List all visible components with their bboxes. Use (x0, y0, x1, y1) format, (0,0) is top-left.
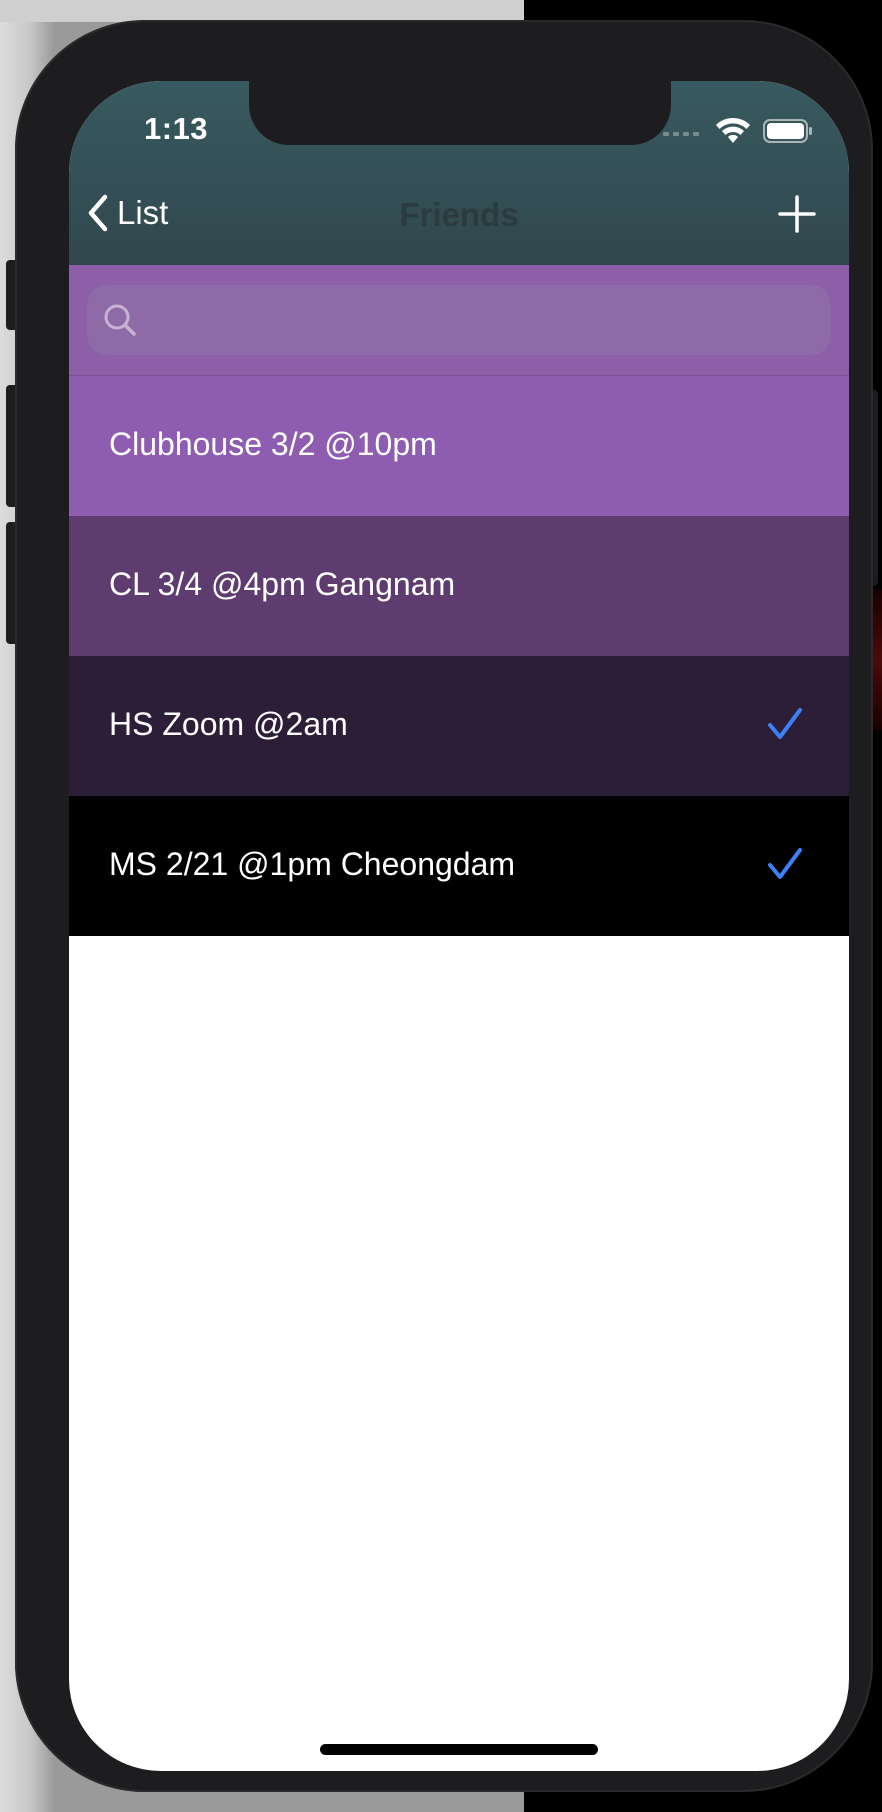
status-icons (663, 117, 813, 145)
list-item-label: Clubhouse 3/2 @10pm (109, 426, 437, 462)
search-input[interactable] (153, 295, 817, 347)
list-item-label: CL 3/4 @4pm Gangnam (109, 566, 456, 602)
list-item-label: MS 2/21 @1pm Cheongdam (109, 846, 516, 882)
search-field[interactable] (87, 285, 831, 355)
plus-icon[interactable] (777, 194, 817, 234)
todo-list: Clubhouse 3/2 @10pm CL 3/4 @4pm Gangnam … (69, 376, 849, 936)
signal-icon (663, 132, 699, 136)
search-icon (104, 304, 136, 336)
notch (249, 81, 671, 145)
list-item[interactable]: CL 3/4 @4pm Gangnam (69, 516, 849, 656)
search-bar-container (69, 265, 849, 376)
navigation-header: 1:13 List Friends (69, 81, 849, 265)
battery-icon (763, 119, 812, 143)
phone-screen: 1:13 List Friends Clubhouse 3/2 @10pm CL… (69, 81, 849, 1771)
list-item[interactable]: MS 2/21 @1pm Cheongdam (69, 796, 849, 936)
home-indicator[interactable] (320, 1744, 598, 1755)
list-item[interactable]: Clubhouse 3/2 @10pm (69, 376, 849, 516)
backdrop-window-top (0, 0, 524, 22)
checkmark-icon (768, 848, 802, 879)
page-title: Friends (399, 196, 519, 233)
list-item-label: HS Zoom @2am (109, 706, 348, 742)
list-item[interactable]: HS Zoom @2am (69, 656, 849, 796)
checkmark-icon (768, 708, 802, 739)
wifi-icon (716, 117, 750, 143)
phone-frame: 1:13 List Friends Clubhouse 3/2 @10pm CL… (15, 20, 873, 1792)
status-time: 1:13 (144, 111, 209, 146)
